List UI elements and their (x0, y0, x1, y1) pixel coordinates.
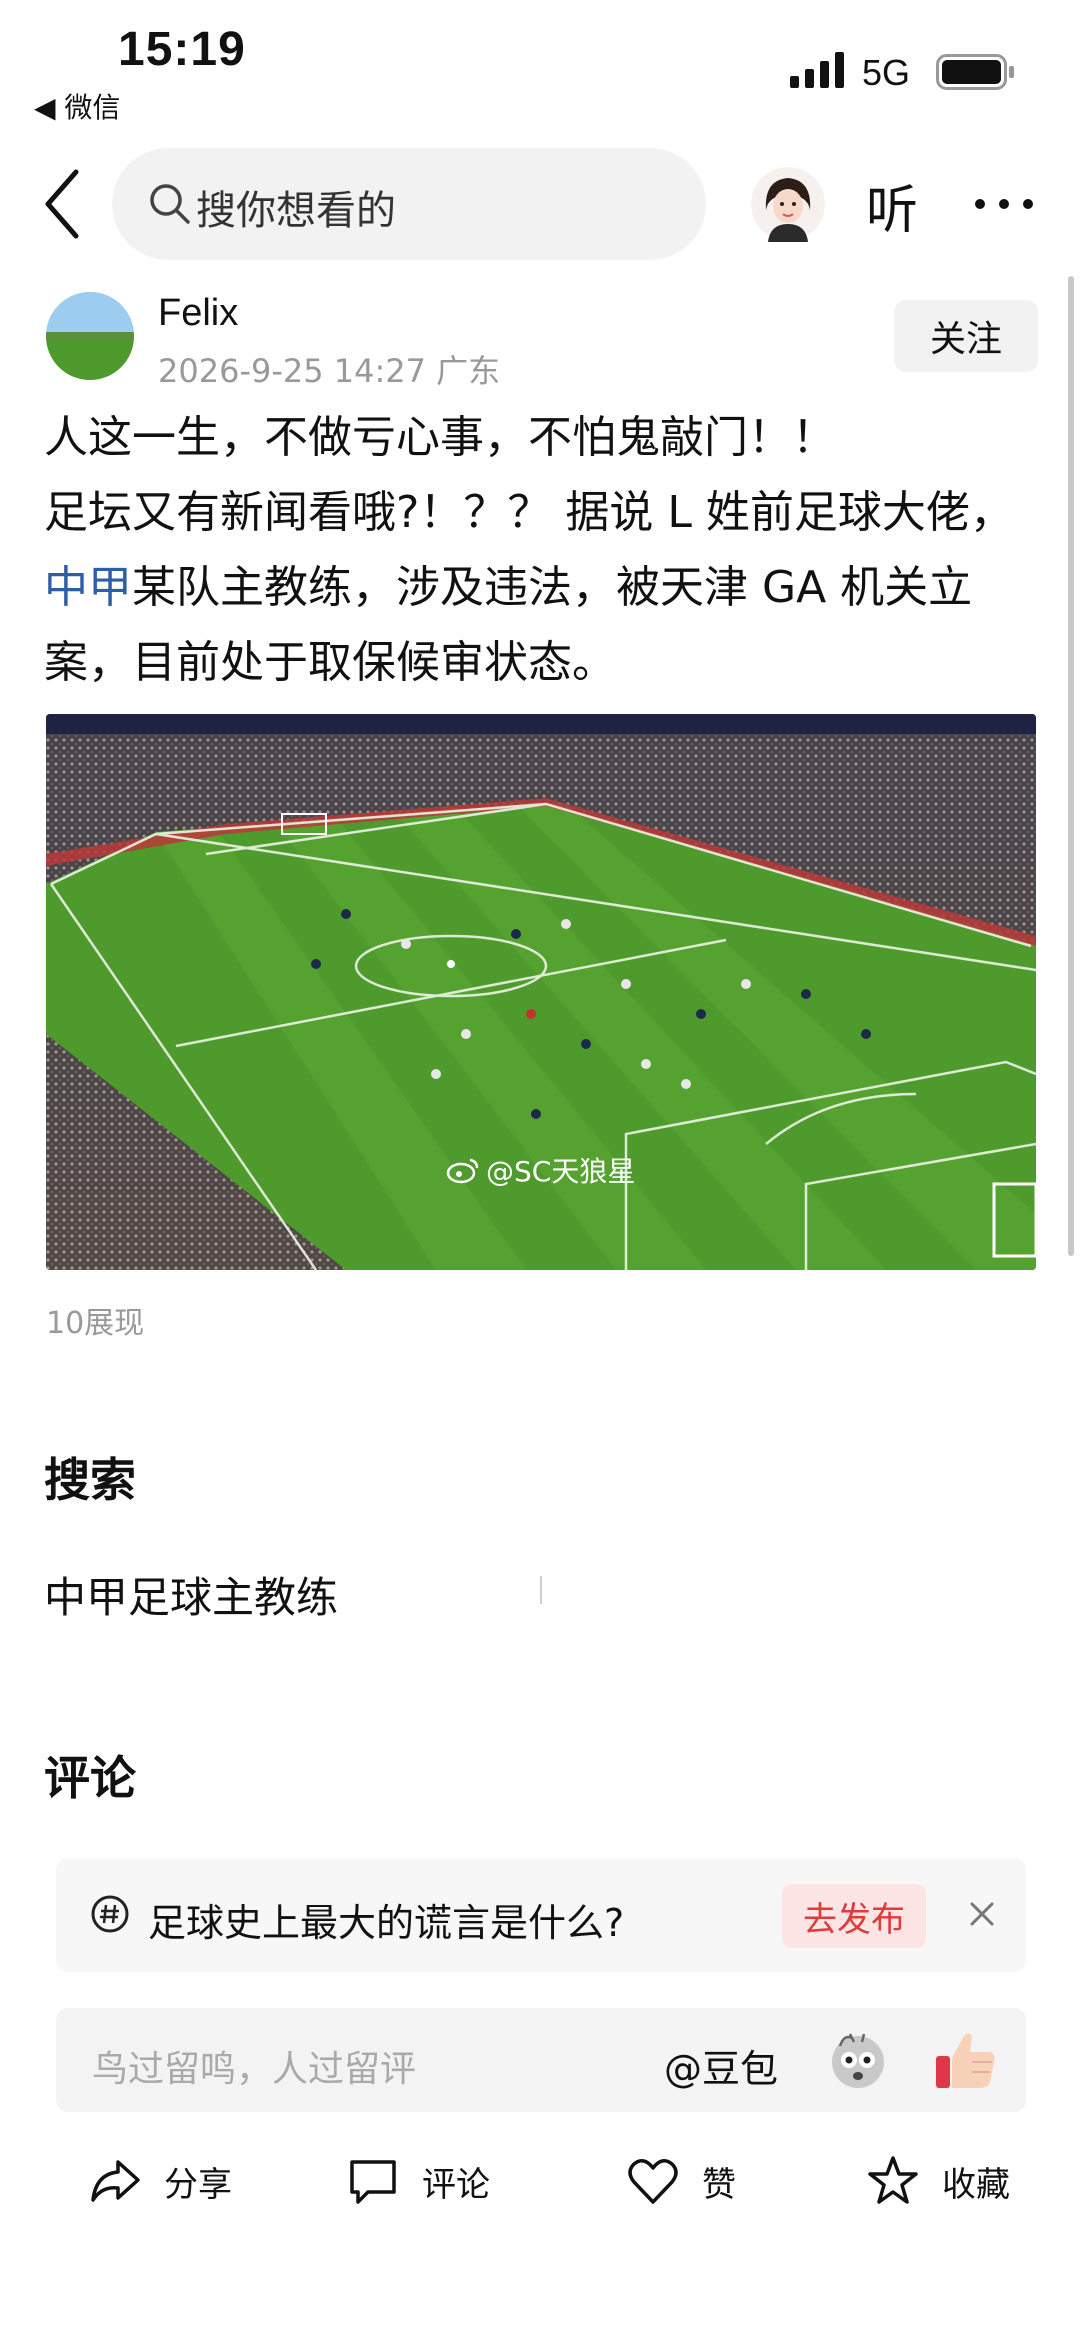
search-placeholder: 搜你想看的 (196, 188, 396, 234)
thumbs-up-emoji-icon[interactable] (932, 2026, 1000, 2094)
search-suggestion[interactable]: 中甲足球主教练 (44, 1564, 338, 1625)
scrollbar[interactable] (1068, 276, 1074, 1256)
like-button[interactable]: 赞 (626, 2154, 736, 2208)
network-type: 5G (862, 52, 911, 93)
post-line: 中甲某队主教练，涉及违法，被天津 GA 机关立 (44, 562, 973, 613)
author-name[interactable]: Felix (158, 292, 238, 335)
comment-section-title: 评论 (44, 1751, 136, 1805)
comment-placeholder: 鸟过留鸣，人过留评 (92, 2049, 417, 2090)
signal-icon (790, 52, 844, 88)
listen-button[interactable]: 听 (866, 168, 918, 243)
search-section-title: 搜索 (44, 1453, 136, 1507)
divider (540, 1576, 542, 1604)
author-avatar[interactable] (46, 292, 134, 380)
comment-button[interactable]: 评论 (346, 2154, 490, 2208)
post-line: 案，目前处于取保候审状态。 (44, 637, 616, 688)
share-button[interactable]: 分享 (88, 2154, 232, 2208)
more-icon[interactable] (972, 196, 1036, 212)
top-nav: 搜你想看的 听 (0, 140, 1080, 270)
topic-text: 足球史上最大的谎言是什么? (148, 1901, 625, 1945)
assistant-avatar-icon[interactable] (750, 166, 826, 242)
star-icon (868, 2156, 918, 2204)
publish-button[interactable]: 去发布 (782, 1884, 926, 1948)
comment-icon (350, 2160, 396, 2204)
search-icon (150, 184, 190, 224)
status-time: 15:19 (118, 23, 246, 76)
close-icon[interactable] (964, 1896, 1000, 1932)
weibo-icon (446, 1158, 479, 1184)
follow-button[interactable]: 关注 (894, 300, 1038, 372)
impressions-count: 10展现 (46, 1306, 145, 1341)
mention-doubao-button[interactable]: @豆包 (664, 2038, 778, 2093)
comment-input[interactable]: 鸟过留鸣，人过留评 @豆包 (56, 2008, 1026, 2112)
search-bar[interactable]: 搜你想看的 (112, 148, 706, 260)
post-meta: 2026-9-25 14:27 广东 (158, 352, 501, 390)
hashtag-bubble-icon (91, 1895, 129, 1933)
share-icon (91, 2160, 140, 2202)
status-bar: 15:19 ◀ 微信 5G (0, 0, 1080, 140)
back-to-wechat-link[interactable]: ◀ 微信 (34, 86, 120, 126)
topic-prompt-card[interactable]: 足球史上最大的谎言是什么? 去发布 (56, 1858, 1026, 1972)
post-line: 人这一生，不做亏心事，不怕鬼敲门！！ (44, 412, 836, 463)
post-line: 足坛又有新闻看哦?！？？ 据说 L 姓前足球大佬， (44, 487, 1014, 538)
favorite-button[interactable]: 收藏 (866, 2154, 1010, 2208)
image-watermark: @SC天狼星 (446, 1150, 635, 1190)
battery-icon (936, 54, 1014, 90)
back-arrow-icon[interactable] (40, 164, 90, 244)
heart-icon (628, 2159, 678, 2204)
bottom-action-bar: 分享 评论 赞 收藏 (0, 2140, 1080, 2230)
topic-link[interactable]: 中甲 (44, 562, 132, 613)
post-body: 人这一生，不做亏心事，不怕鬼敲门！！ 足坛又有新闻看哦?！？？ 据说 L 姓前足… (44, 400, 1054, 700)
post-image[interactable]: @SC天狼星 (46, 714, 1036, 1270)
shocked-face-emoji-icon[interactable] (826, 2028, 890, 2092)
